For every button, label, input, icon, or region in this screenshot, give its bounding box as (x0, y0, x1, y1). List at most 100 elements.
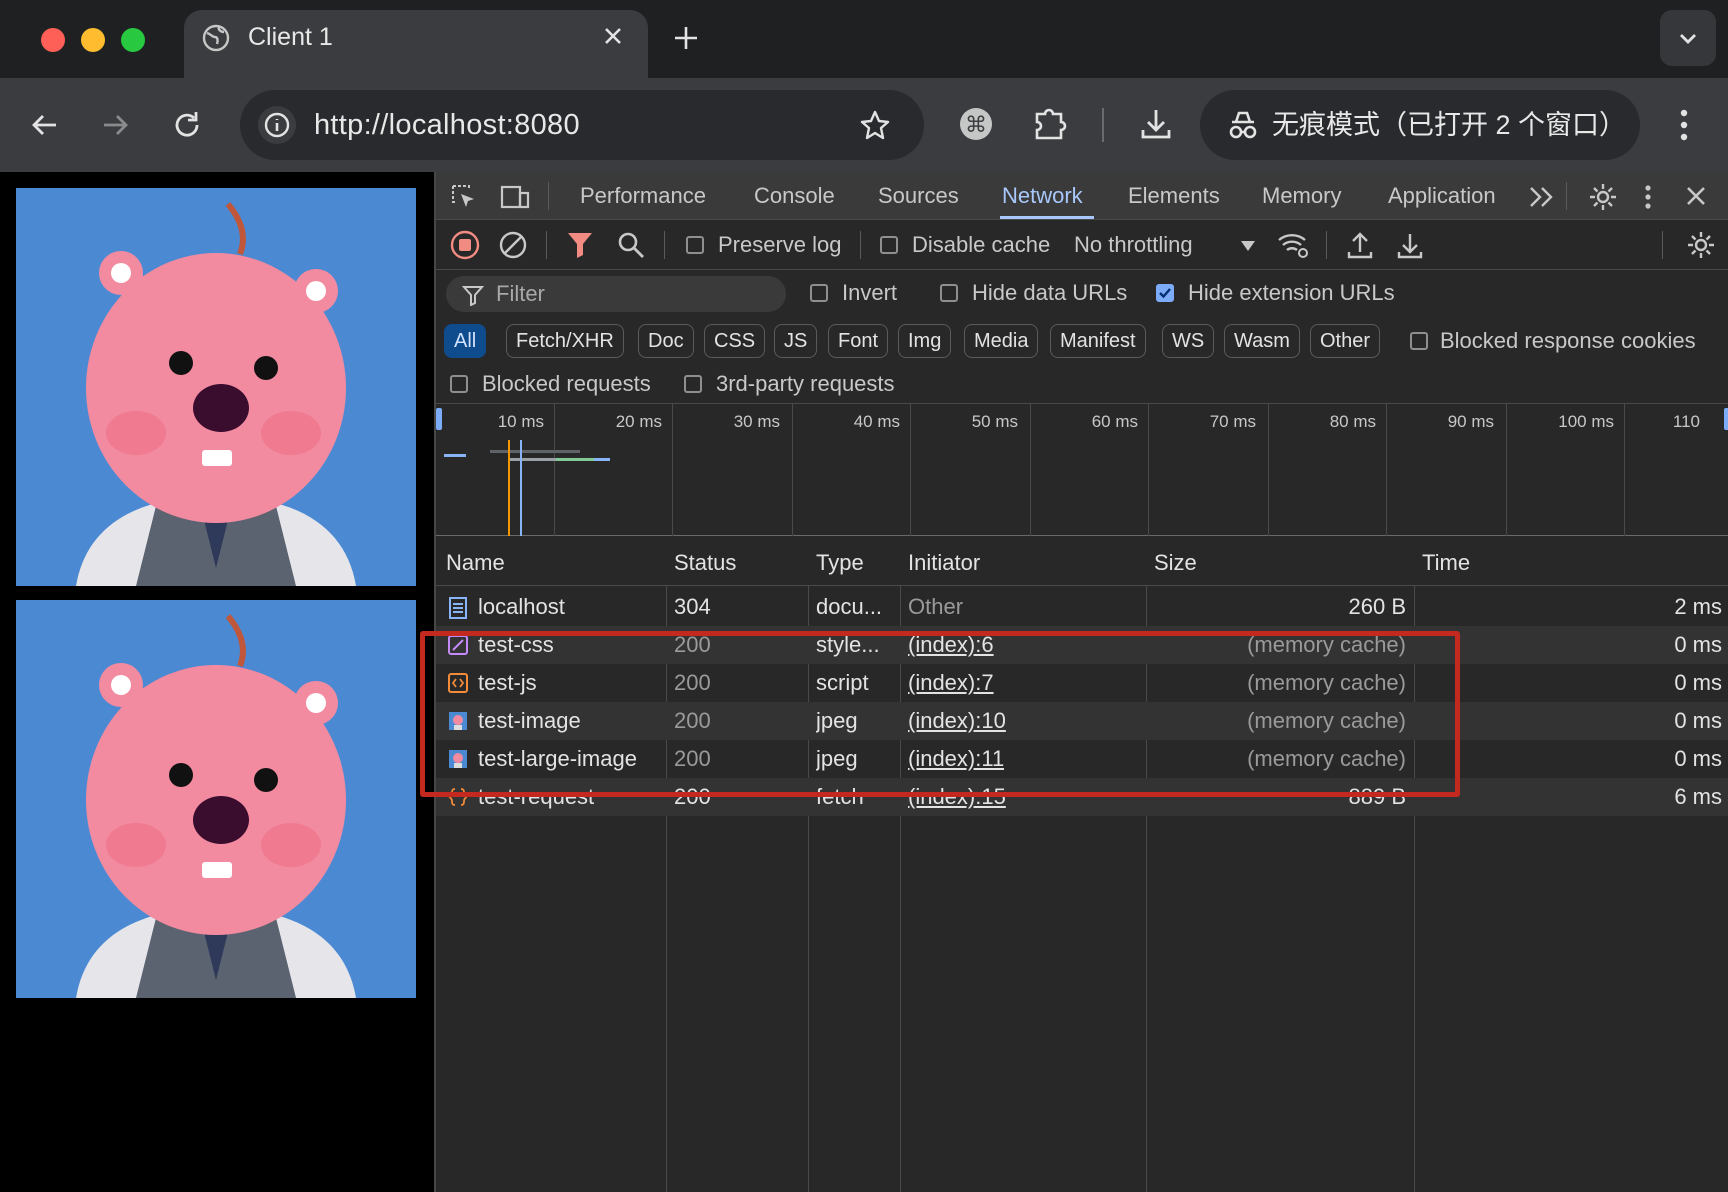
site-info-icon[interactable] (258, 106, 296, 144)
timeline-tick: 10 ms (497, 412, 544, 431)
more-tabs-icon[interactable] (1528, 184, 1556, 210)
type-filter-ws[interactable]: WS (1162, 324, 1215, 358)
devtools-menu-icon[interactable] (1640, 182, 1656, 212)
import-har-icon[interactable] (1346, 230, 1374, 260)
type-filter-wasm[interactable]: Wasm (1224, 324, 1300, 358)
back-arrow-icon[interactable] (28, 108, 62, 142)
address-bar[interactable]: http://localhost:8080 (240, 90, 924, 160)
tab-memory[interactable]: Memory (1262, 183, 1341, 209)
export-har-icon[interactable] (1396, 230, 1424, 260)
downloads-icon[interactable] (1138, 106, 1174, 142)
network-overview-timeline[interactable]: 10 ms 20 ms 30 ms 40 ms 50 ms 60 ms 70 m… (436, 404, 1728, 536)
column-initiator[interactable]: Initiator (908, 550, 980, 576)
command-extension-icon[interactable]: ⌘ (958, 106, 994, 142)
tab-application[interactable]: Application (1388, 183, 1496, 209)
hide-data-urls-checkbox[interactable] (940, 284, 958, 302)
search-icon[interactable] (616, 230, 646, 260)
filter-icon (462, 284, 484, 306)
minimize-window-button[interactable] (81, 28, 105, 52)
toolbar-divider (1102, 108, 1104, 142)
type-filter-doc[interactable]: Doc (638, 324, 694, 358)
tab-search-button[interactable] (1660, 10, 1716, 66)
tab-console[interactable]: Console (754, 183, 835, 209)
device-toolbar-icon[interactable] (500, 183, 530, 211)
filter-input[interactable]: Filter (446, 276, 786, 312)
request-time: 0 ms (1674, 708, 1722, 733)
type-filter-js[interactable]: JS (774, 324, 818, 358)
active-tab-indicator (1000, 216, 1094, 219)
timeline-left-handle[interactable] (436, 408, 442, 430)
table-header: Name Status Type Initiator Size Time (436, 536, 1728, 586)
type-filter-fetch-xhr[interactable]: Fetch/XHR (506, 324, 624, 358)
blocked-response-cookies-checkbox[interactable] (1410, 332, 1428, 350)
test-large-image (16, 600, 416, 998)
extensions-puzzle-icon[interactable] (1032, 104, 1068, 142)
clear-log-icon[interactable] (498, 230, 528, 260)
type-filter-manifest[interactable]: Manifest (1050, 324, 1146, 358)
type-filter-media[interactable]: Media (964, 324, 1039, 358)
type-filter-all[interactable]: All (444, 324, 487, 358)
third-party-requests-label: 3rd-party requests (716, 371, 895, 396)
maximize-window-button[interactable] (121, 28, 145, 52)
timeline-tick: 40 ms (853, 412, 900, 431)
url-text: http://localhost:8080 (314, 109, 580, 141)
type-filter-img[interactable]: Img (898, 324, 952, 358)
timeline-tick: 100 ms (1558, 412, 1614, 431)
network-settings-icon[interactable] (1686, 230, 1716, 260)
timeline-tick: 80 ms (1329, 412, 1376, 431)
third-party-requests-checkbox[interactable] (684, 375, 702, 393)
browser-toolbar: http://localhost:8080 ⌘ 无痕模式（已打开 2 个窗口） (0, 78, 1728, 172)
test-image (16, 188, 416, 586)
globe-icon (202, 24, 230, 52)
preserve-log-checkbox[interactable] (686, 236, 704, 254)
close-tab-icon[interactable] (602, 25, 624, 47)
disable-cache-checkbox[interactable] (880, 236, 898, 254)
bookmark-star-icon[interactable] (858, 108, 892, 142)
request-status: 304 (674, 594, 711, 619)
tab-sources[interactable]: Sources (878, 183, 959, 209)
request-initiator: Other (908, 594, 964, 619)
throttling-select[interactable]: No throttling (1074, 232, 1193, 258)
request-time: 2 ms (1674, 594, 1722, 619)
table-row[interactable]: localhost 304 docu... Other 260 B 2 ms (436, 588, 1728, 626)
highlight-annotation-box (420, 631, 1460, 797)
close-devtools-icon[interactable] (1684, 184, 1708, 208)
type-filter-font[interactable]: Font (828, 324, 889, 358)
devtools-tab-bar: Performance Console Sources Network Elem… (436, 172, 1728, 220)
type-filter-other[interactable]: Other (1310, 324, 1381, 358)
dropdown-arrow-icon[interactable] (1240, 240, 1256, 252)
tab-title: Client 1 (248, 23, 333, 51)
disable-cache-label: Disable cache (912, 232, 1051, 257)
page-viewport (0, 172, 434, 1192)
reload-icon[interactable] (170, 108, 204, 142)
tab-elements[interactable]: Elements (1128, 183, 1220, 209)
tab-network[interactable]: Network (1002, 183, 1083, 209)
column-name[interactable]: Name (446, 550, 505, 576)
hide-extension-urls-label: Hide extension URLs (1188, 280, 1395, 305)
inspect-element-icon[interactable] (450, 183, 478, 211)
browser-tab[interactable]: Client 1 (184, 10, 648, 78)
column-type[interactable]: Type (816, 550, 864, 576)
request-time: 0 ms (1674, 632, 1722, 657)
column-status[interactable]: Status (674, 550, 736, 576)
column-size[interactable]: Size (1154, 550, 1197, 576)
forward-arrow-icon[interactable] (98, 108, 132, 142)
browser-menu-icon[interactable] (1672, 106, 1696, 144)
incognito-indicator[interactable]: 无痕模式（已打开 2 个窗口） (1200, 90, 1640, 160)
settings-gear-icon[interactable] (1588, 182, 1618, 212)
timeline-right-handle[interactable] (1724, 408, 1728, 430)
hide-extension-urls-checkbox[interactable] (1156, 284, 1174, 302)
record-stop-icon[interactable] (450, 230, 480, 260)
timeline-bar (556, 458, 594, 461)
filter-funnel-icon[interactable] (566, 230, 594, 260)
column-time[interactable]: Time (1422, 550, 1470, 576)
new-tab-icon[interactable] (672, 24, 700, 52)
type-filter-css[interactable]: CSS (704, 324, 766, 358)
tab-performance[interactable]: Performance (580, 183, 706, 209)
request-name: localhost (478, 594, 565, 619)
close-window-button[interactable] (41, 28, 65, 52)
blocked-requests-checkbox[interactable] (450, 375, 468, 393)
network-conditions-icon[interactable] (1276, 230, 1310, 260)
timeline-tick: 90 ms (1447, 412, 1494, 431)
invert-checkbox[interactable] (810, 284, 828, 302)
